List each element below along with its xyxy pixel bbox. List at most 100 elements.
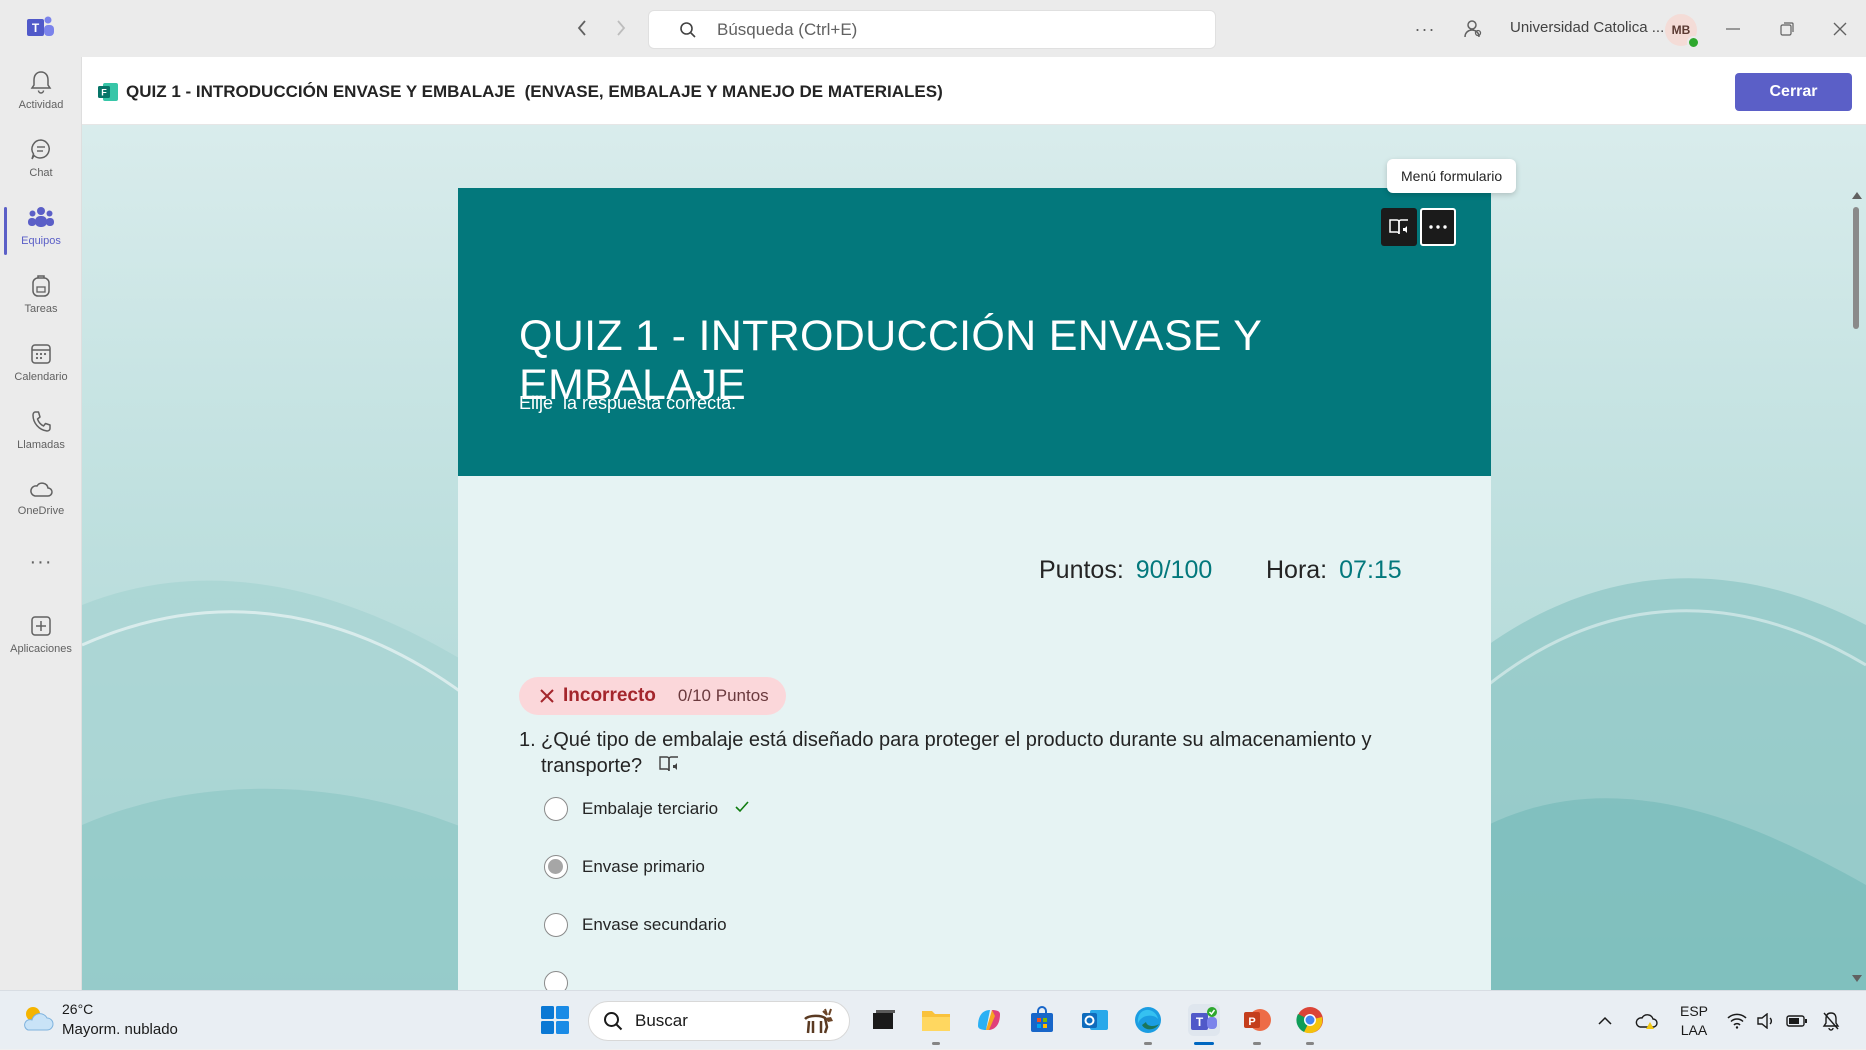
result-badge: Incorrecto 0/10 Puntos (519, 677, 786, 715)
more-icon (1429, 225, 1447, 229)
teams-logo-icon[interactable]: T (26, 14, 56, 42)
immersive-reader-icon (659, 756, 678, 771)
scrollbar-thumb[interactable] (1853, 207, 1859, 329)
svg-text:T: T (32, 21, 40, 35)
presence-available-icon (1687, 36, 1700, 49)
question-text-wrap: ¿Qué tipo de embalaje está diseñado para… (541, 727, 1421, 780)
rail-more-button[interactable]: ··· (0, 551, 82, 613)
profile-switch-button[interactable] (1456, 14, 1490, 44)
taskbar-teams[interactable]: T (1188, 1004, 1220, 1045)
show-hidden-icons-button[interactable] (1598, 991, 1612, 1050)
running-indicator (1144, 1042, 1152, 1045)
rail-label: Equipos (21, 235, 61, 247)
running-indicator (932, 1042, 940, 1045)
form-menu-tooltip: Menú formulario (1387, 159, 1517, 193)
language-code: ESP (1680, 1003, 1709, 1019)
onedrive-warning-icon (1635, 1013, 1658, 1029)
rail-item-equipos[interactable]: Equipos (0, 199, 82, 261)
chrome-icon (1296, 1007, 1323, 1034)
option-envase-primario[interactable]: Envase primario (544, 853, 705, 881)
avatar[interactable]: MB (1665, 14, 1700, 49)
taskbar-chrome[interactable] (1294, 1004, 1326, 1045)
scroll-down-icon[interactable] (1852, 975, 1862, 983)
tray-battery[interactable] (1786, 991, 1808, 1050)
option-label: Embalaje terciario (582, 799, 719, 818)
taskbar-outlook[interactable] (1079, 1004, 1111, 1036)
rail-item-chat[interactable]: Chat (0, 131, 82, 193)
immersive-reader-button[interactable] (1381, 208, 1417, 246)
x-icon (540, 689, 554, 703)
time-value: 07:15 (1339, 556, 1402, 584)
rail-label: Actividad (18, 99, 64, 111)
wifi-icon (1727, 1013, 1747, 1029)
search-input[interactable] (715, 18, 1195, 41)
form-menu-button[interactable] (1420, 208, 1456, 246)
time-label: Hora: (1266, 556, 1328, 584)
taskbar: 26°C Mayorm. nublado Buscar T P ESP LAA (0, 990, 1866, 1049)
person-icon (1464, 20, 1482, 38)
tray-volume[interactable] (1756, 991, 1776, 1050)
taskbar-file-explorer[interactable] (920, 1004, 952, 1045)
rail-label: Calendario (14, 371, 68, 383)
search-box[interactable] (648, 10, 1216, 49)
windows-start-icon[interactable] (540, 1005, 570, 1035)
rail-item-calendario[interactable]: Calendario (0, 335, 82, 397)
taskbar-task-view[interactable] (868, 1004, 900, 1036)
edge-icon (1135, 1007, 1161, 1033)
taskbar-copilot[interactable] (973, 1004, 1005, 1036)
rail-item-llamadas[interactable]: Llamadas (0, 403, 82, 465)
app-header: F QUIZ 1 - INTRODUCCIÓN ENVASE Y EMBALAJ… (82, 57, 1866, 125)
teams-icon (28, 207, 54, 227)
option-embalaje-terciario[interactable]: Embalaje terciario (544, 795, 750, 823)
weather-cloudy-icon[interactable] (20, 1003, 54, 1035)
title-bar: T ··· Universidad Catolica ... MB (0, 0, 1866, 57)
points-label: Puntos: (1039, 556, 1124, 584)
taskbar-edge[interactable] (1132, 1004, 1164, 1045)
option-envase-secundario[interactable]: Envase secundario (544, 911, 727, 939)
weather-description[interactable]: Mayorm. nublado (62, 1021, 178, 1038)
radio-button[interactable] (544, 971, 568, 990)
radio-button-selected[interactable] (544, 855, 568, 879)
more-icon: ··· (29, 551, 53, 573)
rail-label: Aplicaciones (10, 643, 72, 655)
back-button[interactable] (568, 14, 596, 42)
rail-item-actividad[interactable]: Actividad (0, 63, 82, 125)
organization-name[interactable]: Universidad Catolica ... (1510, 19, 1664, 36)
restore-button[interactable] (1770, 14, 1804, 44)
more-options-button[interactable]: ··· (1408, 14, 1442, 44)
radio-button[interactable] (544, 913, 568, 937)
taskbar-store[interactable] (1026, 1004, 1058, 1036)
tray-onedrive[interactable] (1635, 991, 1659, 1050)
running-indicator (1253, 1042, 1261, 1045)
option-partially-hidden[interactable] (544, 969, 582, 990)
radio-button[interactable] (544, 797, 568, 821)
form-card: QUIZ 1 - INTRODUCCIÓN ENVASE Y EMBALAJE … (458, 188, 1491, 990)
app-title: QUIZ 1 - INTRODUCCIÓN ENVASE Y EMBALAJE … (126, 82, 943, 101)
avatar-initials: MB (1671, 23, 1691, 37)
forward-button[interactable] (607, 14, 635, 42)
form-content-area[interactable]: QUIZ 1 - INTRODUCCIÓN ENVASE Y EMBALAJE … (82, 125, 1866, 990)
close-button[interactable]: Cerrar (1735, 73, 1852, 111)
input-language[interactable]: ESP LAA (1680, 1002, 1708, 1040)
rail-label: OneDrive (17, 505, 65, 517)
scrollbar[interactable] (1848, 125, 1866, 990)
option-label: Envase secundario (582, 915, 727, 934)
speaker-icon (1757, 1012, 1772, 1029)
rail-item-tareas[interactable]: Tareas (0, 267, 82, 329)
keyboard-layout: LAA (1680, 1022, 1708, 1038)
scroll-up-icon[interactable] (1852, 191, 1862, 199)
tray-notifications[interactable] (1822, 991, 1840, 1050)
taskbar-search[interactable]: Buscar (588, 1001, 850, 1041)
minimize-button[interactable] (1716, 14, 1750, 44)
question-immersive-reader-button[interactable] (658, 754, 680, 780)
question-number: 1. (519, 729, 536, 751)
chat-icon (31, 139, 50, 160)
rail-item-aplicaciones[interactable]: Aplicaciones (0, 607, 82, 669)
rail-item-onedrive[interactable]: OneDrive (0, 471, 82, 533)
tray-network[interactable] (1727, 991, 1747, 1050)
close-window-button[interactable] (1823, 14, 1857, 44)
taskbar-powerpoint[interactable]: P (1241, 1004, 1273, 1045)
search-icon (680, 21, 696, 38)
moose-illustration-icon (804, 1008, 833, 1034)
weather-temperature[interactable]: 26°C (62, 1001, 93, 1017)
